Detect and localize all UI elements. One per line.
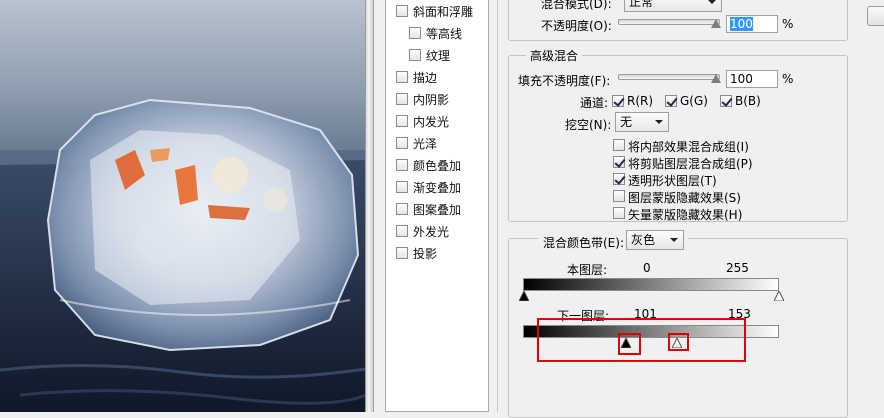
- layer-mask-hides-checkbox[interactable]: [613, 190, 625, 202]
- style-item-label: 斜面和浮雕: [413, 4, 474, 19]
- channel-b-checkbox[interactable]: [720, 95, 732, 107]
- blend-if-label: 混合颜色带(E):: [543, 236, 624, 250]
- advanced-blending-title: 高级混合: [526, 47, 583, 64]
- blend-mode-select[interactable]: 正常: [624, 0, 722, 12]
- style-item-pattern-overlay[interactable]: 图案叠加: [386, 198, 488, 220]
- style-checkbox[interactable]: [396, 159, 408, 171]
- fill-opacity-value: 100: [730, 72, 753, 86]
- knockout-label: 挖空(N):: [565, 118, 612, 132]
- fill-opacity-slider-thumb[interactable]: [711, 74, 721, 83]
- opacity-slider[interactable]: [618, 19, 720, 25]
- style-item-bevel-emboss[interactable]: 斜面和浮雕: [386, 0, 488, 22]
- blend-interior-effects-checkbox[interactable]: [613, 139, 625, 151]
- ice-photo: [0, 0, 372, 412]
- style-item-label: 颜色叠加: [413, 158, 462, 173]
- layer-style-list: 斜面和浮雕 等高线 纹理 描边 内阴影 内发光 光泽 颜色叠加 渐变叠加 图案叠…: [385, 0, 489, 412]
- style-checkbox[interactable]: [396, 93, 408, 105]
- style-checkbox[interactable]: [409, 27, 421, 39]
- style-item-stroke[interactable]: 描边: [386, 66, 488, 88]
- blend-interior-effects-label: 将内部效果混合成组(I): [628, 140, 749, 154]
- style-checkbox[interactable]: [396, 71, 408, 83]
- channel-g-label: G(G): [680, 94, 708, 108]
- chevron-down-icon: [655, 120, 663, 124]
- highlight-box-white-slider: [668, 333, 689, 351]
- style-item-label: 投影: [413, 246, 438, 261]
- blend-clipped-layers-checkbox[interactable]: [613, 156, 625, 168]
- opacity-label: 不透明度(O):: [541, 19, 612, 33]
- style-checkbox[interactable]: [396, 247, 408, 259]
- style-item-color-overlay[interactable]: 颜色叠加: [386, 154, 488, 176]
- style-item-outer-glow[interactable]: 外发光: [386, 220, 488, 242]
- opacity-value: 100: [730, 17, 753, 31]
- blend-clipped-layers-label: 将剪贴图层混合成组(P): [628, 157, 753, 171]
- style-checkbox[interactable]: [396, 181, 408, 193]
- chevron-down-icon: [708, 0, 716, 4]
- channel-r-checkbox[interactable]: [612, 95, 624, 107]
- knockout-select[interactable]: 无: [615, 112, 669, 132]
- transparency-shapes-checkbox[interactable]: [613, 173, 625, 185]
- style-item-texture[interactable]: 纹理: [386, 44, 488, 66]
- this-layer-low-value: 0: [643, 261, 651, 275]
- canvas-scroll-edge: [365, 0, 374, 412]
- style-item-label: 内发光: [413, 114, 450, 129]
- style-item-gradient-overlay[interactable]: 渐变叠加: [386, 176, 488, 198]
- opacity-slider-thumb[interactable]: [711, 19, 721, 28]
- style-checkbox[interactable]: [396, 203, 408, 215]
- opacity-percent: %: [782, 17, 794, 31]
- highlight-box-outer: [537, 318, 746, 362]
- this-layer-white-slider[interactable]: [774, 291, 784, 301]
- channel-b-label: B(B): [735, 94, 761, 108]
- style-item-drop-shadow[interactable]: 投影: [386, 242, 488, 264]
- dialog-side-button[interactable]: [867, 6, 884, 26]
- style-checkbox[interactable]: [396, 115, 408, 127]
- channels-label: 通道:: [580, 96, 609, 110]
- transparency-shapes-label: 透明形状图层(T): [628, 174, 717, 188]
- highlight-box-black-slider: [618, 333, 641, 355]
- vector-mask-hides-label: 矢量蒙版隐藏效果(H): [628, 208, 743, 222]
- blending-options-panel: 混合模式(D): 正常 不透明度(O): 100 % 高级混合 填充不透明度(F…: [497, 0, 854, 418]
- fill-opacity-percent: %: [782, 72, 794, 86]
- this-layer-label: 本图层:: [567, 263, 608, 277]
- style-item-label: 内阴影: [413, 92, 450, 107]
- this-layer-black-slider[interactable]: [519, 291, 529, 301]
- style-checkbox[interactable]: [396, 137, 408, 149]
- style-checkbox[interactable]: [396, 5, 408, 17]
- blend-mode-value: 正常: [629, 0, 654, 9]
- chevron-down-icon: [670, 238, 678, 242]
- style-item-inner-glow[interactable]: 内发光: [386, 110, 488, 132]
- style-item-label: 描边: [413, 70, 438, 85]
- knockout-value: 无: [620, 115, 633, 129]
- style-item-contour[interactable]: 等高线: [386, 22, 488, 44]
- channel-r-label: R(R): [627, 94, 654, 108]
- channel-g-checkbox[interactable]: [665, 95, 677, 107]
- style-item-label: 纹理: [426, 48, 451, 63]
- fill-opacity-slider[interactable]: [618, 74, 720, 80]
- style-item-label: 渐变叠加: [413, 180, 462, 195]
- style-item-satin[interactable]: 光泽: [386, 132, 488, 154]
- this-layer-high-value: 255: [726, 261, 749, 275]
- blend-if-value: 灰色: [631, 233, 656, 247]
- style-item-label: 外发光: [413, 224, 450, 239]
- style-item-label: 光泽: [413, 136, 438, 151]
- fill-opacity-input[interactable]: 100: [726, 70, 778, 88]
- blend-mode-label: 混合模式(D):: [541, 0, 612, 11]
- style-item-inner-shadow[interactable]: 内阴影: [386, 88, 488, 110]
- vector-mask-hides-checkbox[interactable]: [613, 207, 625, 219]
- blend-if-select[interactable]: 灰色: [626, 230, 684, 250]
- opacity-input[interactable]: 100: [726, 15, 778, 33]
- this-layer-gradient-bar[interactable]: [523, 278, 779, 291]
- fill-opacity-label: 填充不透明度(F):: [518, 74, 611, 88]
- style-checkbox[interactable]: [396, 225, 408, 237]
- layer-mask-hides-label: 图层蒙版隐藏效果(S): [628, 191, 741, 205]
- style-item-label: 图案叠加: [413, 202, 462, 217]
- style-checkbox[interactable]: [409, 49, 421, 61]
- style-item-label: 等高线: [426, 26, 463, 41]
